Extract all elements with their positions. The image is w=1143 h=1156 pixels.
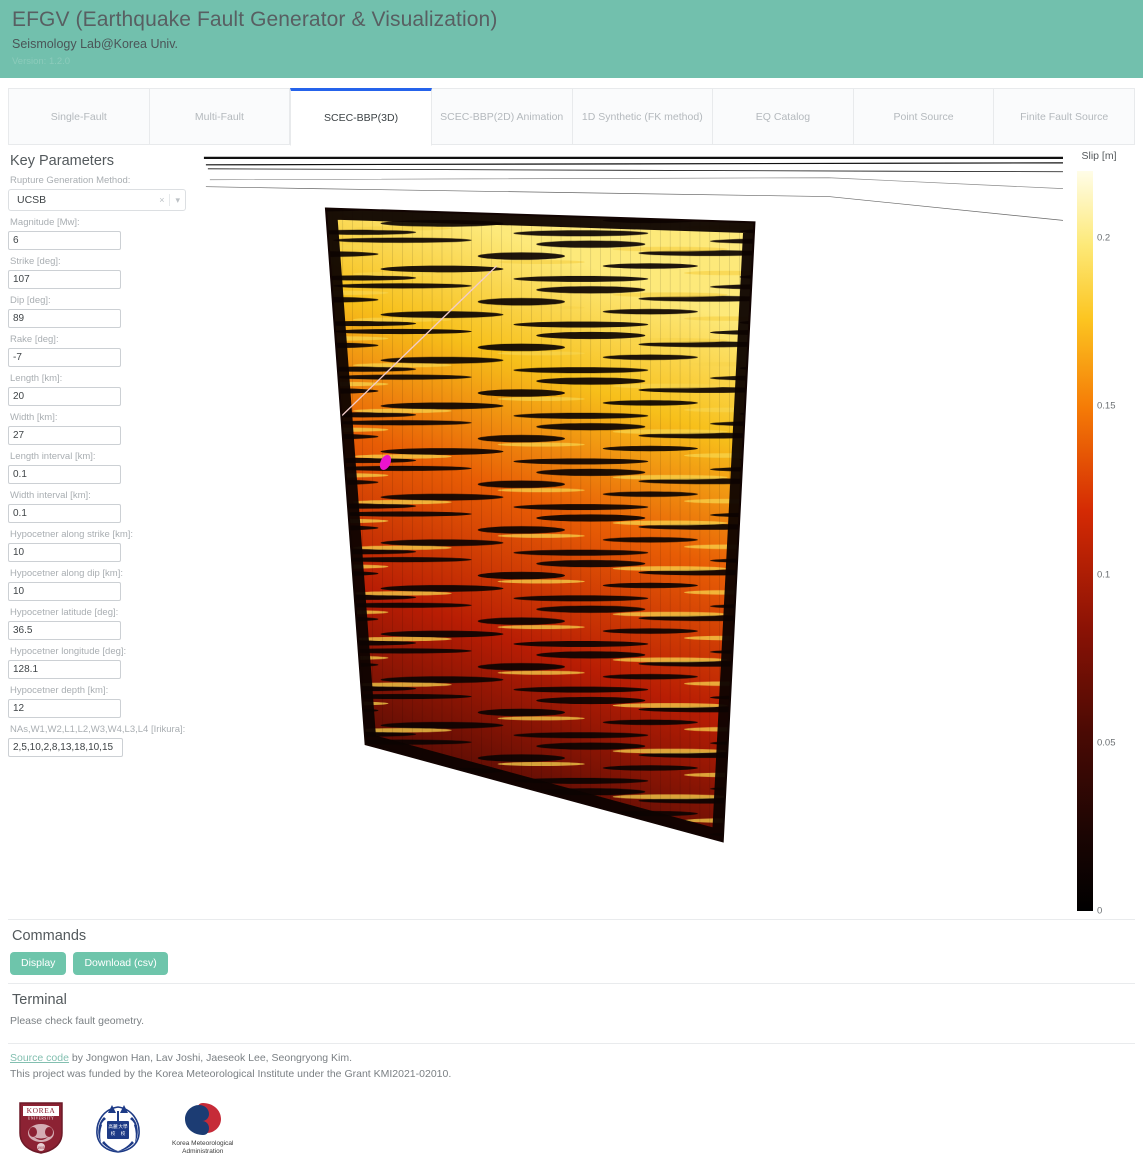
hypocenter-longitude-input[interactable] xyxy=(8,660,121,679)
length-input[interactable] xyxy=(8,387,121,406)
hypocenter-latitude-label: Hypocetner latitude [deg]: xyxy=(10,607,119,618)
svg-text:1905: 1905 xyxy=(37,1146,45,1150)
rupture-method-label: Rupture Generation Method: xyxy=(10,175,131,186)
tab-scec-bbp-3d[interactable]: SCEC-BBP(3D) xyxy=(290,88,432,146)
rake-input[interactable] xyxy=(8,348,121,367)
fault-3d-plot[interactable] xyxy=(194,145,1063,913)
tiger-emblem xyxy=(28,1124,54,1142)
kma-label: Korea Meteorological Administration xyxy=(172,1140,234,1155)
rupture-method-value: UCSB xyxy=(17,194,47,206)
length-interval-input[interactable] xyxy=(8,465,121,484)
funding-line: This project was funded by the Korea Met… xyxy=(10,1068,452,1080)
main-content: Key Parameters Rupture Generation Method… xyxy=(0,145,1143,917)
colorbar-tick-4: 0.2 xyxy=(1097,232,1111,244)
irikura-params-label: NAs,W1,W2,L1,L2,W3,W4,L3,L4 [Irikura]: xyxy=(10,724,186,735)
colorbar-tick-1: 0.05 xyxy=(1097,737,1116,749)
terminal-message: Please check fault geometry. xyxy=(10,1015,145,1027)
hypocenter-depth-input[interactable] xyxy=(8,699,121,718)
logo-row: KOREA UNIVERSITY 1905 高麗 大學 校 校 Korea Me… xyxy=(10,1100,1133,1156)
hypocenter-along-dip-input[interactable] xyxy=(8,582,121,601)
ku-logo-text-bottom: UNIVERSITY xyxy=(28,1117,55,1121)
colorbar-ticks: 0 0.05 0.1 0.15 0.2 xyxy=(1097,171,1137,917)
key-parameters-panel: Key Parameters Rupture Generation Method… xyxy=(8,145,194,913)
credit-line: Source code by Jongwon Han, Lav Joshi, J… xyxy=(10,1050,1133,1066)
tab-single-fault[interactable]: Single-Fault xyxy=(9,89,150,144)
width-label: Width [km]: xyxy=(10,412,58,423)
key-parameters-title: Key Parameters xyxy=(10,153,114,169)
tab-eq-catalog[interactable]: EQ Catalog xyxy=(713,89,854,144)
tab-scec-bbp-2d-animation[interactable]: SCEC-BBP(2D) Animation xyxy=(431,89,573,144)
clear-icon[interactable]: × xyxy=(154,195,169,205)
institute-seal-logo: 高麗 大學 校 校 xyxy=(96,1105,140,1153)
chevron-down-icon[interactable]: ▾ xyxy=(170,195,185,206)
colorbar-tick-0: 0 xyxy=(1097,905,1103,917)
display-button[interactable]: Display xyxy=(10,952,67,975)
tab-point-source[interactable]: Point Source xyxy=(853,89,995,144)
download-csv-button[interactable]: Download (csv) xyxy=(73,952,168,975)
fault-plot-svg xyxy=(203,156,1063,843)
length-interval-label: Length interval [km]: xyxy=(10,451,96,462)
tab-finite-fault-source[interactable]: Finite Fault Source xyxy=(994,89,1134,144)
colorbar-gradient xyxy=(1077,171,1093,911)
svg-text:高麗: 高麗 xyxy=(108,1123,118,1130)
terminal-section: Terminal Please check fault geometry. xyxy=(0,984,1143,1029)
svg-text:校: 校 xyxy=(111,1130,116,1137)
svg-text:校: 校 xyxy=(121,1130,126,1137)
magnitude-label: Magnitude [Mw]: xyxy=(10,217,80,228)
magnitude-input[interactable] xyxy=(8,231,121,250)
length-label: Length [km]: xyxy=(10,373,63,384)
width-interval-input[interactable] xyxy=(8,504,121,523)
tab-multi-fault[interactable]: Multi-Fault xyxy=(149,89,291,144)
svg-text:大學: 大學 xyxy=(118,1123,128,1130)
terminal-title: Terminal xyxy=(12,992,67,1008)
colorbar-panel: Slip [m] 0 0.05 0.1 0.15 0.2 xyxy=(1063,145,1137,917)
page-title: EFGV (Earthquake Fault Generator & Visua… xyxy=(12,8,498,31)
tab-1d-synthetic-fk-method[interactable]: 1D Synthetic (FK method) xyxy=(572,89,714,144)
commands-button-row: Display Download (csv) xyxy=(10,952,1133,975)
hypocenter-latitude-input[interactable] xyxy=(8,621,121,640)
dip-input[interactable] xyxy=(8,309,121,328)
header-version: Version: 1.2.0 xyxy=(12,56,71,67)
ku-logo-text-top: KOREA xyxy=(27,1106,56,1115)
strike-label: Strike [deg]: xyxy=(10,256,61,267)
hypocenter-along-strike-input[interactable] xyxy=(8,543,121,562)
kma-taegeuk-icon xyxy=(184,1103,221,1135)
colorbar-tick-3: 0.15 xyxy=(1097,400,1116,412)
rake-label: Rake [deg]: xyxy=(10,334,59,345)
irikura-params-input[interactable] xyxy=(8,738,123,757)
korea-university-logo: KOREA UNIVERSITY 1905 xyxy=(19,1102,63,1154)
tab-bar: Single-Fault Multi-Fault SCEC-BBP(3D) SCEC-… xyxy=(8,88,1135,146)
credit-authors: by Jongwon Han, Lav Joshi, Jaeseok Lee, … xyxy=(68,1052,353,1064)
hypocenter-depth-label: Hypocetner depth [km]: xyxy=(10,685,109,696)
kma-logo-group: Korea Meteorological Administration xyxy=(172,1100,233,1156)
commands-section: Commands Display Download (csv) xyxy=(0,920,1143,975)
source-code-link[interactable]: Source code xyxy=(10,1052,69,1064)
hypocenter-along-strike-label: Hypocetner along strike [km]: xyxy=(10,529,134,540)
hypocenter-longitude-label: Hypocetner longitude [deg]: xyxy=(10,646,127,657)
dip-label: Dip [deg]: xyxy=(10,295,51,306)
width-input[interactable] xyxy=(8,426,121,445)
strike-input[interactable] xyxy=(8,270,121,289)
colorbar-tick-2: 0.1 xyxy=(1097,569,1111,581)
slip-surface xyxy=(325,208,755,842)
colorbar-title: Slip [m] xyxy=(1081,150,1117,162)
hypocenter-along-dip-label: Hypocetner along dip [km]: xyxy=(10,568,124,579)
app-header: EFGV (Earthquake Fault Generator & Visua… xyxy=(0,0,1143,78)
width-interval-label: Width interval [km]: xyxy=(10,490,91,501)
commands-title: Commands xyxy=(12,928,87,944)
rupture-method-select[interactable]: UCSB × ▾ xyxy=(8,189,186,211)
footer-section: Source code by Jongwon Han, Lav Joshi, J… xyxy=(0,1044,1143,1156)
header-subtitle: Seismology Lab@Korea Univ. xyxy=(12,37,179,51)
